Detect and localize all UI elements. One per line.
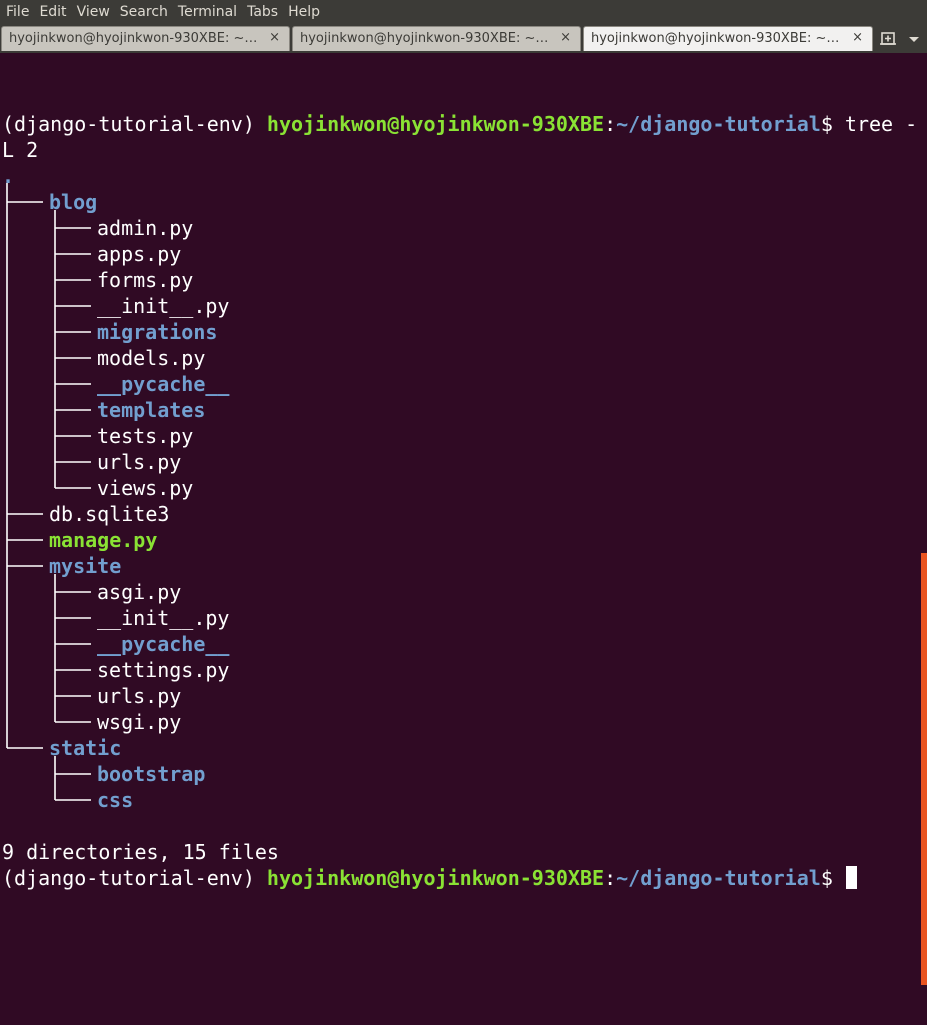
tree-entry: __init__.py [2,293,917,319]
tree-entry: __pycache__ [2,631,917,657]
tree-entry: __pycache__ [2,371,917,397]
prompt-path: ~/django-tutorial [616,112,821,136]
tree-entry: static [2,735,917,761]
tab-2[interactable]: hyojinkwon@hyojinkwon-930XBE: ~… × [292,26,581,51]
tree-entry: tests.py [2,423,917,449]
terminal-area[interactable]: (django-tutorial-env) hyojinkwon@hyojink… [0,53,921,1025]
tree-entry: asgi.py [2,579,917,605]
tree-entry: __init__.py [2,605,917,631]
prompt-line: (django-tutorial-env) hyojinkwon@hyojink… [2,111,917,137]
tab-3-label: hyojinkwon@hyojinkwon-930XBE: ~… [591,31,840,46]
prompt-dollar: $ [820,112,845,136]
tree-root-line: . [2,163,917,189]
tree-entry: css [2,787,917,813]
tree-summary: 9 directories, 15 files [2,840,279,864]
tree-entry: migrations [2,319,917,345]
close-icon[interactable]: × [852,30,863,45]
tree-entry: db.sqlite3 [2,501,917,527]
tree-entry: mysite [2,553,917,579]
tree-entry: views.py [2,475,917,501]
menu-tabs[interactable]: Tabs [242,0,283,25]
summary-line: 9 directories, 15 files [2,839,917,865]
new-tab-icon[interactable] [876,28,902,50]
tree-connectors [6,183,91,801]
chevron-down-icon[interactable] [905,28,923,50]
close-icon[interactable]: × [560,30,571,45]
text-cursor [845,866,857,889]
tree-entry: urls.py [2,683,917,709]
close-icon[interactable]: × [269,30,280,45]
scrollbar[interactable] [921,553,927,985]
menu-search[interactable]: Search [115,0,173,25]
command-text: tree - [844,112,918,136]
tree-entry: manage.py [2,527,917,553]
tree-entry: settings.py [2,657,917,683]
tree-entry: admin.py [2,215,917,241]
prompt-userhost: hyojinkwon@hyojinkwon-930XBE [266,112,605,136]
menu-terminal[interactable]: Terminal [173,0,242,25]
tree-entry: wsgi.py [2,709,917,735]
tree-entry: urls.py [2,449,917,475]
terminal-output: (django-tutorial-env) hyojinkwon@hyojink… [2,111,917,891]
tab-1-label: hyojinkwon@hyojinkwon-930XBE: ~… [9,31,258,46]
tree-entry: apps.py [2,241,917,267]
tree-entry: blog [2,189,917,215]
tree-entry: models.py [2,345,917,371]
venv-label: (django-tutorial-env) [2,866,267,890]
prompt-separator: : [604,866,617,890]
tab-1[interactable]: hyojinkwon@hyojinkwon-930XBE: ~… × [1,26,290,51]
tab-bar: hyojinkwon@hyojinkwon-930XBE: ~… × hyoji… [0,25,927,53]
tree-entry: forms.py [2,267,917,293]
prompt-path: ~/django-tutorial [616,866,821,890]
menu-file[interactable]: File [0,0,34,25]
tree-entry: templates [2,397,917,423]
menu-view[interactable]: View [72,0,115,25]
tab-2-label: hyojinkwon@hyojinkwon-930XBE: ~… [300,31,549,46]
menu-bar: File Edit View Search Terminal Tabs Help [0,0,927,25]
prompt-userhost: hyojinkwon@hyojinkwon-930XBE [266,866,605,890]
tree-entry: bootstrap [2,761,917,787]
menu-edit[interactable]: Edit [34,0,71,25]
prompt-dollar: $ [820,866,845,890]
menu-help[interactable]: Help [283,0,325,25]
tab-3[interactable]: hyojinkwon@hyojinkwon-930XBE: ~… × [583,26,873,51]
command-wrap-line: L 2 [2,137,917,163]
prompt-line-current: (django-tutorial-env) hyojinkwon@hyojink… [2,865,917,891]
prompt-separator: : [604,112,617,136]
